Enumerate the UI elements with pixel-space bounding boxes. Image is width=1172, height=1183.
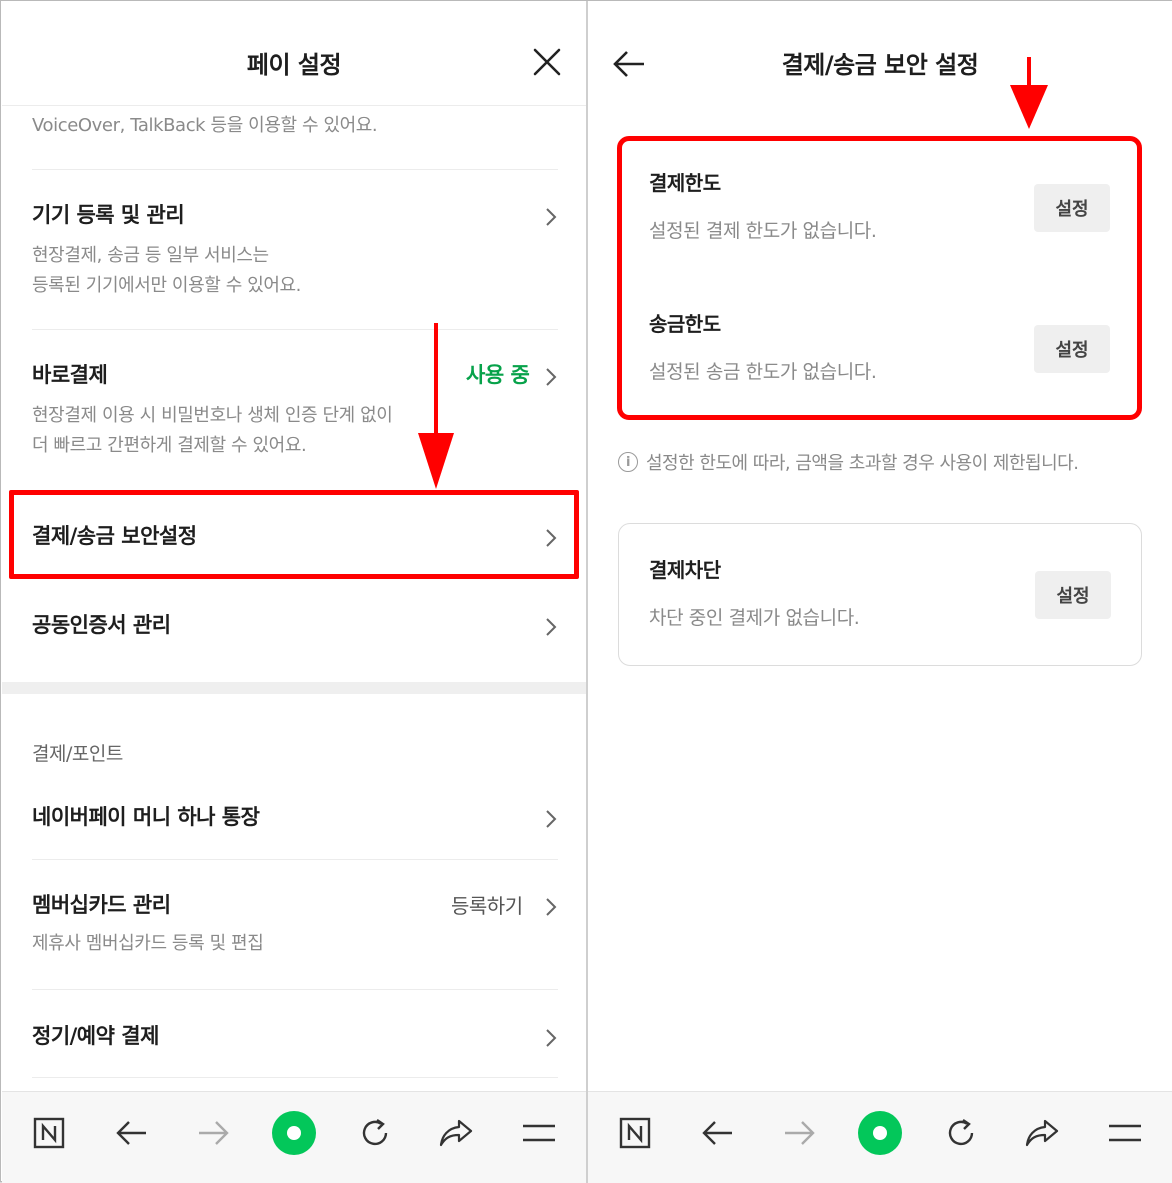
item-desc-line2: 더 빠르고 간편하게 결제할 수 있어요. bbox=[32, 435, 307, 456]
forward-arrow-icon[interactable] bbox=[776, 1110, 822, 1156]
payment-limit-set-button[interactable]: 설정 bbox=[1034, 184, 1110, 232]
limit-info-note: i 설정한 한도에 따라, 금액을 초과할 경우 사용이 제한됩니다. bbox=[618, 449, 1079, 475]
highlight-box bbox=[9, 490, 579, 579]
browser-bottom-bar bbox=[2, 1091, 586, 1183]
chevron-right-icon bbox=[546, 898, 557, 916]
section-separator bbox=[2, 682, 586, 694]
back-arrow-icon[interactable] bbox=[695, 1110, 741, 1156]
chevron-right-icon bbox=[546, 368, 557, 386]
info-text: 설정한 한도에 따라, 금액을 초과할 경우 사용이 제한됩니다. bbox=[646, 453, 1079, 474]
item-desc: 제휴사 멤버십카드 등록 및 편집 bbox=[32, 933, 264, 954]
share-icon[interactable] bbox=[433, 1110, 479, 1156]
partial-row-desc: VoiceOver, TalkBack 등을 이용할 수 있어요. bbox=[32, 111, 558, 141]
item-desc-line1: 현장결제 이용 시 비밀번호나 생체 인증 단계 없이 bbox=[32, 405, 393, 426]
green-home-icon[interactable] bbox=[857, 1110, 903, 1156]
register-link[interactable]: 등록하기 bbox=[451, 890, 523, 919]
screenshot-frame: 페이 설정 VoiceOver, TalkBack 등을 이용할 수 있어요. … bbox=[0, 0, 1172, 1183]
red-arrow-down-icon bbox=[1010, 57, 1048, 129]
header: 결제/송금 보안 설정 bbox=[588, 1, 1172, 107]
forward-arrow-icon[interactable] bbox=[190, 1110, 236, 1156]
payment-limit-title: 결제한도 bbox=[649, 171, 721, 195]
page-title: 페이 설정 bbox=[246, 51, 342, 79]
row-divider bbox=[32, 859, 558, 860]
status-badge: 사용 중 bbox=[466, 363, 530, 387]
row-divider bbox=[32, 169, 558, 170]
menu-icon[interactable] bbox=[516, 1110, 562, 1156]
share-icon[interactable] bbox=[1019, 1110, 1065, 1156]
device-management-item[interactable]: 기기 등록 및 관리 현장결제, 송금 등 일부 서비스는 등록된 기기에서만 … bbox=[32, 199, 558, 301]
pay-settings-screen: 페이 설정 VoiceOver, TalkBack 등을 이용할 수 있어요. … bbox=[2, 1, 586, 1183]
money-account-item[interactable]: 네이버페이 머니 하나 통장 bbox=[32, 801, 558, 831]
close-icon[interactable] bbox=[532, 47, 562, 77]
item-title: 공동인증서 관리 bbox=[32, 613, 171, 637]
naver-n-icon[interactable] bbox=[26, 1110, 72, 1156]
payment-limit-desc: 설정된 결제 한도가 없습니다. bbox=[649, 220, 877, 242]
header: 페이 설정 bbox=[2, 1, 586, 107]
row-divider bbox=[32, 989, 558, 990]
payment-block-set-button[interactable]: 설정 bbox=[1035, 571, 1111, 619]
green-home-icon[interactable] bbox=[271, 1110, 317, 1156]
certificate-item[interactable]: 공동인증서 관리 bbox=[32, 609, 558, 639]
section-label: 결제/포인트 bbox=[32, 743, 123, 765]
red-arrow-down-icon bbox=[418, 323, 454, 489]
browser-bottom-bar bbox=[588, 1091, 1172, 1183]
page-title: 결제/송금 보안 설정 bbox=[781, 51, 979, 79]
payment-block-desc: 차단 중인 결제가 없습니다. bbox=[649, 607, 860, 629]
quick-payment-item[interactable]: 바로결제 현장결제 이용 시 비밀번호나 생체 인증 단계 없이 더 빠르고 간… bbox=[32, 359, 558, 461]
naver-n-icon[interactable] bbox=[612, 1110, 658, 1156]
info-icon: i bbox=[618, 452, 638, 472]
transfer-limit-title: 송금한도 bbox=[649, 312, 721, 336]
chevron-right-icon bbox=[546, 1029, 557, 1047]
membership-card-item[interactable]: 멤버십카드 관리 제휴사 멤버십카드 등록 및 편집 등록하기 bbox=[32, 889, 558, 959]
payment-block-card: 결제차단 차단 중인 결제가 없습니다. 설정 bbox=[618, 523, 1142, 666]
transfer-limit-desc: 설정된 송금 한도가 없습니다. bbox=[649, 361, 877, 383]
security-settings-screen: 결제/송금 보안 설정 결제한도 설정된 결제 한도가 없습니다. 설정 송금한… bbox=[588, 1, 1172, 1183]
item-title: 기기 등록 및 관리 bbox=[32, 203, 185, 227]
item-title: 네이버페이 머니 하나 통장 bbox=[32, 805, 260, 829]
payment-block-title: 결제차단 bbox=[649, 558, 721, 582]
chevron-right-icon bbox=[546, 618, 557, 636]
item-desc-line1: 현장결제, 송금 등 일부 서비스는 bbox=[32, 245, 269, 266]
refresh-icon[interactable] bbox=[938, 1110, 984, 1156]
back-arrow-icon[interactable] bbox=[109, 1110, 155, 1156]
row-divider bbox=[32, 329, 558, 330]
recurring-payment-item[interactable]: 정기/예약 결제 bbox=[32, 1020, 558, 1050]
accessibility-desc: VoiceOver, TalkBack 등을 이용할 수 있어요. bbox=[32, 115, 378, 136]
menu-icon[interactable] bbox=[1102, 1110, 1148, 1156]
item-title: 정기/예약 결제 bbox=[32, 1024, 159, 1048]
refresh-icon[interactable] bbox=[352, 1110, 398, 1156]
item-desc-line2: 등록된 기기에서만 이용할 수 있어요. bbox=[32, 275, 302, 296]
header-divider bbox=[2, 105, 586, 106]
chevron-right-icon bbox=[546, 208, 557, 226]
row-divider bbox=[32, 1077, 558, 1078]
transfer-limit-set-button[interactable]: 설정 bbox=[1034, 325, 1110, 373]
chevron-right-icon bbox=[546, 810, 557, 828]
